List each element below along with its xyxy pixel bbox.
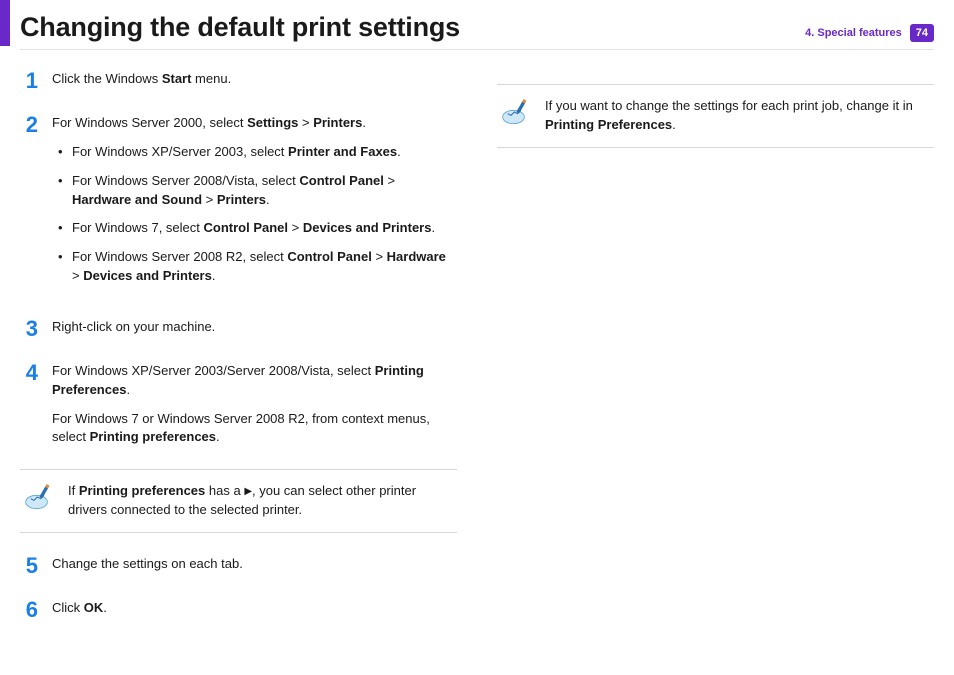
section-label: 4. Special features (805, 27, 902, 39)
note-text: If you want to change the settings for e… (545, 97, 932, 135)
step-5: 5 Change the settings on each tab. (20, 555, 457, 577)
step-body: Change the settings on each tab. (52, 555, 457, 577)
step-body: Right-click on your machine. (52, 318, 457, 340)
step-body: Click the Windows Start menu. (52, 70, 457, 92)
text: > (384, 173, 395, 188)
bold: Printing preferences (79, 483, 205, 498)
note-left: If Printing preferences has a ▶, you can… (20, 469, 457, 533)
step-6: 6 Click OK. (20, 599, 457, 621)
text: . (672, 117, 676, 132)
text: For Windows 7, select (72, 220, 204, 235)
text: > (298, 115, 313, 130)
list-item: For Windows 7, select Control Panel > De… (58, 219, 457, 238)
step-number: 3 (20, 318, 38, 340)
step-body: Click OK. (52, 599, 457, 621)
text: For Windows Server 2008 R2, select (72, 249, 287, 264)
note-icon (22, 482, 56, 512)
text: . (431, 220, 435, 235)
step-body: For Windows Server 2000, select Settings… (52, 114, 457, 296)
spacer (497, 70, 934, 84)
bold: Control Panel (204, 220, 289, 235)
bold: Printer and Faxes (288, 144, 397, 159)
text: For Windows Server 2008/Vista, select (72, 173, 299, 188)
bold: Printing Preferences (545, 117, 672, 132)
note-text: If Printing preferences has a ▶, you can… (68, 482, 455, 520)
bold: Devices and Printers (303, 220, 432, 235)
step-number: 4 (20, 362, 38, 447)
list-item: For Windows Server 2008/Vista, select Co… (58, 172, 457, 210)
step-body: For Windows XP/Server 2003/Server 2008/V… (52, 362, 457, 447)
text: . (397, 144, 401, 159)
text: . (362, 115, 366, 130)
text: Click (52, 600, 84, 615)
text: > (288, 220, 303, 235)
step-number: 6 (20, 599, 38, 621)
step-1: 1 Click the Windows Start menu. (20, 70, 457, 92)
bold: Printers (313, 115, 362, 130)
text: . (212, 268, 216, 283)
step-4: 4 For Windows XP/Server 2003/Server 2008… (20, 362, 457, 447)
text: . (103, 600, 107, 615)
step-2: 2 For Windows Server 2000, select Settin… (20, 114, 457, 296)
text: Click the Windows (52, 71, 162, 86)
step-number: 5 (20, 555, 38, 577)
text: > (372, 249, 387, 264)
text: If (68, 483, 79, 498)
text: For Windows Server 2000, select (52, 115, 247, 130)
content-columns: 1 Click the Windows Start menu. 2 For Wi… (20, 70, 934, 643)
column-right: If you want to change the settings for e… (497, 70, 934, 643)
note-icon (499, 97, 533, 127)
bold: Hardware (387, 249, 446, 264)
text: Change the settings on each tab. (52, 555, 457, 574)
header-meta: 4. Special features 74 (805, 24, 934, 42)
accent-bar (0, 0, 10, 46)
text: > (72, 268, 83, 283)
bold: OK (84, 600, 104, 615)
text: menu. (191, 71, 231, 86)
header-rule (20, 49, 934, 50)
bold: Printing preferences (90, 429, 216, 444)
text: Right-click on your machine. (52, 318, 457, 337)
page-title: Changing the default print settings (20, 12, 460, 43)
text: . (266, 192, 270, 207)
bold: Settings (247, 115, 298, 130)
column-left: 1 Click the Windows Start menu. 2 For Wi… (20, 70, 457, 643)
bold: Printers (217, 192, 266, 207)
list-item: For Windows Server 2008 R2, select Contr… (58, 248, 457, 286)
bold: Control Panel (299, 173, 384, 188)
note-right: If you want to change the settings for e… (497, 84, 934, 148)
list-item: For Windows XP/Server 2003, select Print… (58, 143, 457, 162)
bold: Devices and Printers (83, 268, 212, 283)
text: For Windows XP/Server 2003, select (72, 144, 288, 159)
text: . (126, 382, 130, 397)
bold: Control Panel (287, 249, 372, 264)
bold: Hardware and Sound (72, 192, 202, 207)
page-number-badge: 74 (910, 24, 934, 42)
step-3: 3 Right-click on your machine. (20, 318, 457, 340)
text: has a (205, 483, 244, 498)
page: Changing the default print settings 4. S… (0, 0, 954, 675)
step-number: 2 (20, 114, 38, 296)
text: For Windows XP/Server 2003/Server 2008/V… (52, 363, 375, 378)
text: . (216, 429, 220, 444)
triangle-icon: ▶ (244, 485, 252, 500)
text: > (202, 192, 217, 207)
header-row: Changing the default print settings 4. S… (20, 12, 934, 43)
bold: Start (162, 71, 192, 86)
step-number: 1 (20, 70, 38, 92)
sub-list: For Windows XP/Server 2003, select Print… (58, 143, 457, 286)
text: If you want to change the settings for e… (545, 98, 913, 113)
